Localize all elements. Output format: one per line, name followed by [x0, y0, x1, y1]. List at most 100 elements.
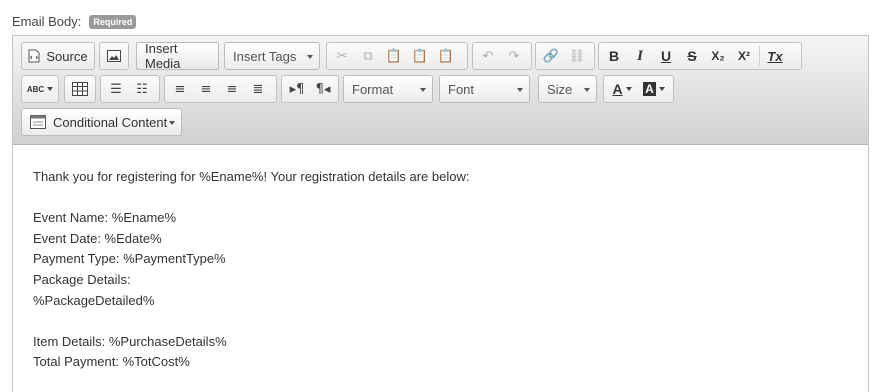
spellcheck-button[interactable]: ABC	[24, 77, 56, 101]
remove-format-button[interactable]: Tx	[762, 44, 788, 68]
paste-word-icon: 📋	[437, 48, 455, 64]
italic-button[interactable]: I	[627, 44, 653, 68]
image-icon	[107, 50, 121, 62]
subscript-icon: X₂	[711, 49, 725, 63]
link-icon: 🔗	[542, 48, 560, 64]
source-icon	[28, 49, 40, 63]
table-button[interactable]	[67, 77, 93, 101]
align-center-icon: ≡	[200, 81, 212, 97]
text-color-icon: A	[612, 81, 623, 97]
insert-tags-label: Insert Tags	[233, 48, 297, 64]
chevron-down-icon	[169, 121, 175, 125]
underline-button[interactable]: U	[653, 44, 679, 68]
numbered-list-button[interactable]: ☰	[103, 77, 129, 101]
redo-icon: ↷	[508, 48, 520, 64]
redo-button[interactable]: ↷	[501, 44, 527, 68]
font-label: Font	[448, 81, 475, 97]
conditional-content-dropdown[interactable]: Conditional Content	[21, 108, 182, 136]
body-line	[33, 311, 848, 332]
link-button[interactable]: 🔗	[538, 44, 564, 68]
insert-media-button[interactable]: Insert Media	[136, 41, 219, 71]
copy-button[interactable]: ⧉	[355, 44, 381, 68]
background-color-button[interactable]: A	[638, 77, 670, 101]
editor-toolbar: Source Insert Media Insert Tags ✂ ⧉ 📋 📋 …	[13, 36, 868, 145]
underline-icon: U	[660, 48, 672, 64]
chevron-down-icon	[420, 88, 426, 92]
spellcheck-group: ABC	[21, 75, 59, 103]
toolbar-separator	[759, 46, 760, 66]
cut-button[interactable]: ✂	[329, 44, 355, 68]
align-center-button[interactable]: ≡	[193, 77, 219, 101]
body-line: Payment Type: %PaymentType%	[33, 251, 226, 267]
source-group: Source	[21, 42, 95, 70]
align-right-button[interactable]: ≡	[219, 77, 245, 101]
table-icon	[72, 82, 88, 96]
spellcheck-icon: ABC	[26, 84, 45, 94]
paste-text-button[interactable]: 📋	[407, 44, 433, 68]
align-justify-icon: ≣	[252, 81, 264, 97]
align-group: ≡ ≡ ≡ ≣	[164, 75, 277, 103]
paste-word-button[interactable]: 📋	[433, 44, 459, 68]
paste-icon: 📋	[385, 48, 403, 64]
paste-text-icon: 📋	[411, 48, 429, 64]
chevron-down-icon	[307, 55, 313, 59]
ltr-icon: ▸¶	[289, 81, 305, 97]
unlink-icon: ⛓	[568, 48, 586, 64]
superscript-icon: X²	[738, 49, 750, 63]
image-group	[99, 42, 129, 70]
ltr-button[interactable]: ▸¶	[284, 77, 310, 101]
body-line	[33, 188, 848, 209]
align-left-button[interactable]: ≡	[167, 77, 193, 101]
size-label: Size	[547, 81, 573, 97]
undo-redo-group: ↶ ↷	[472, 42, 532, 70]
undo-icon: ↶	[482, 48, 494, 64]
color-group: A A	[603, 75, 674, 103]
link-group: 🔗 ⛓	[535, 42, 595, 70]
field-label-text: Email Body:	[12, 14, 82, 29]
strikethrough-button[interactable]: S	[679, 44, 705, 68]
rich-text-editor: Source Insert Media Insert Tags ✂ ⧉ 📋 📋 …	[12, 35, 869, 392]
chevron-down-icon	[517, 88, 523, 92]
required-badge: Required	[89, 14, 137, 29]
insert-tags-dropdown[interactable]: Insert Tags	[224, 42, 320, 70]
body-line: Total Payment: %TotCost%	[33, 354, 190, 370]
template-icon	[30, 115, 46, 129]
bullet-list-button[interactable]: ☷	[129, 77, 155, 101]
format-label: Format	[352, 81, 394, 97]
list-group: ☰ ☷	[100, 75, 160, 103]
text-color-button[interactable]: A	[606, 77, 638, 101]
format-dropdown[interactable]: Format	[343, 75, 433, 103]
undo-button[interactable]: ↶	[475, 44, 501, 68]
unlink-button[interactable]: ⛓	[564, 44, 590, 68]
align-justify-button[interactable]: ≣	[245, 77, 271, 101]
body-line: Package Details:	[33, 271, 131, 287]
strikethrough-icon: S	[687, 48, 697, 64]
align-left-icon: ≡	[174, 81, 186, 97]
paste-button[interactable]: 📋	[381, 44, 407, 68]
source-button[interactable]: Source	[24, 44, 92, 68]
bullet-list-icon: ☷	[136, 81, 148, 97]
body-line: Event Name: %Ename%	[33, 210, 177, 226]
font-dropdown[interactable]: Font	[439, 75, 530, 103]
table-group	[64, 75, 96, 103]
chevron-down-icon	[47, 87, 54, 91]
conditional-content-label: Conditional Content	[53, 114, 168, 130]
bold-icon: B	[608, 48, 620, 64]
source-label: Source	[46, 48, 88, 64]
scissors-icon: ✂	[336, 48, 348, 64]
body-line: Item Details: %PurchaseDetails%	[33, 333, 227, 349]
rtl-button[interactable]: ¶◂	[310, 77, 336, 101]
chevron-down-icon	[658, 87, 665, 91]
bold-button[interactable]: B	[601, 44, 627, 68]
remove-format-icon: Tx	[767, 48, 783, 64]
image-button[interactable]	[102, 44, 126, 68]
clipboard-group: ✂ ⧉ 📋 📋 📋	[326, 42, 468, 70]
superscript-button[interactable]: X²	[731, 44, 757, 68]
body-line: Event Date: %Edate%	[33, 230, 162, 246]
align-right-icon: ≡	[226, 81, 238, 97]
italic-icon: I	[637, 47, 643, 64]
text-style-group: B I U S X₂ X² Tx	[598, 42, 802, 70]
size-dropdown[interactable]: Size	[538, 75, 597, 103]
editor-content-area[interactable]: Thank you for registering for %Ename%! Y…	[13, 145, 868, 392]
subscript-button[interactable]: X₂	[705, 44, 731, 68]
